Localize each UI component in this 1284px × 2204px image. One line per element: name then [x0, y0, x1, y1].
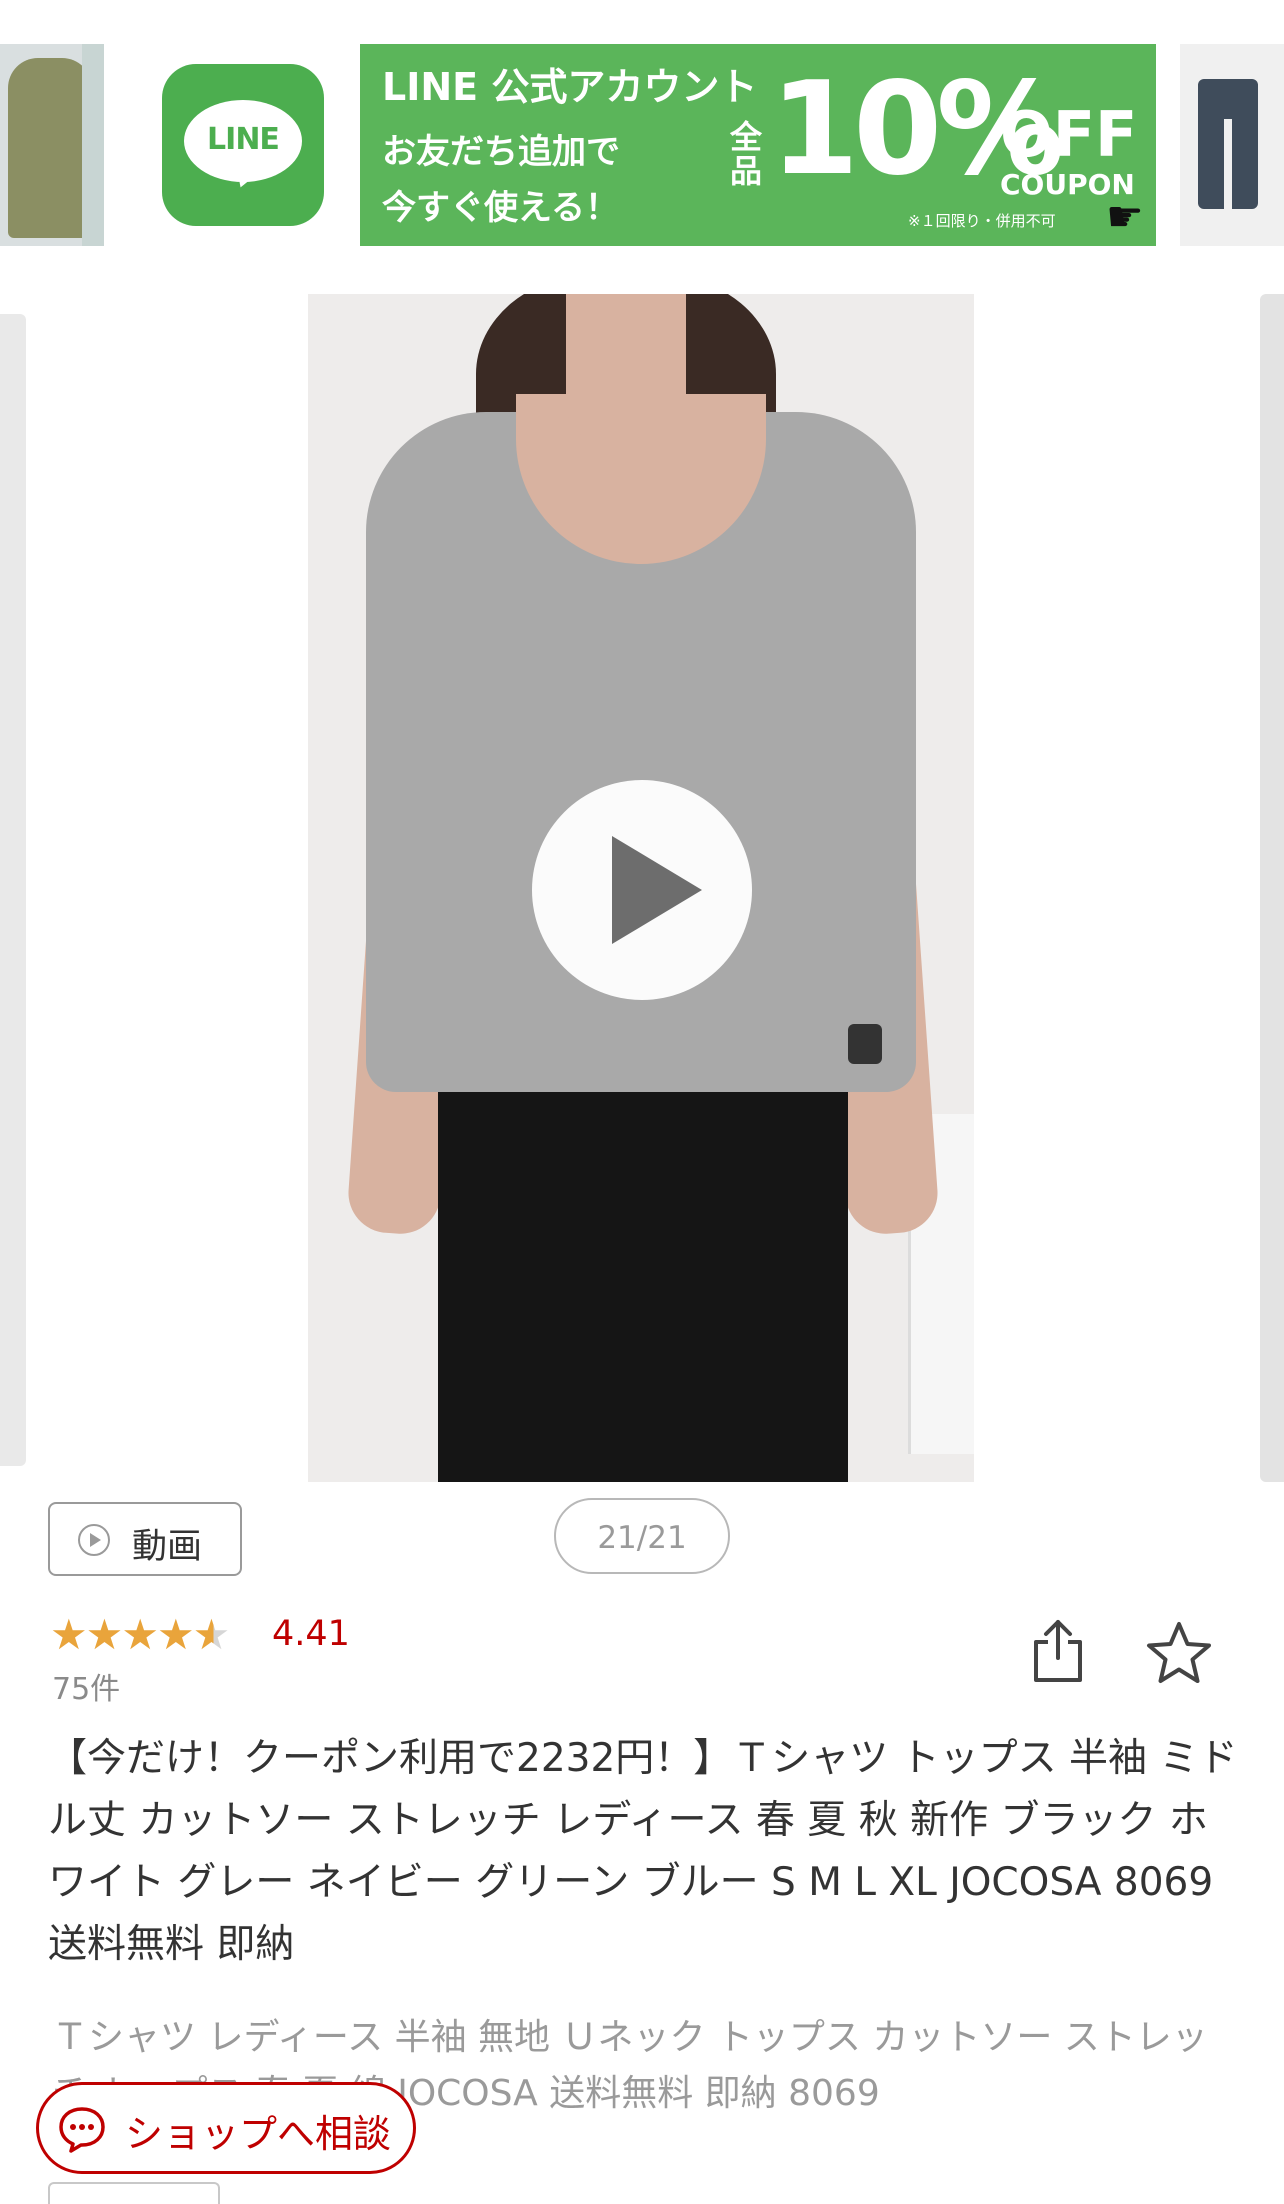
image-counter: 21/21 [554, 1498, 730, 1574]
share-icon[interactable] [1028, 1618, 1088, 1684]
play-circle-icon [78, 1524, 110, 1556]
line-logo: LINE [162, 64, 324, 226]
star-full-icon: ★ [50, 1610, 88, 1659]
banner-thumb-prev[interactable] [0, 44, 104, 246]
star-full-icon: ★ [156, 1610, 195, 1659]
rating-value[interactable]: 4.41 [272, 1614, 350, 1654]
banner-off: OFF [1000, 98, 1138, 171]
banner-zenpin: 全品 [730, 118, 763, 190]
play-icon [612, 836, 702, 944]
carousel-prev-peek[interactable] [0, 314, 26, 1466]
dress-image [8, 58, 92, 238]
rating-stars[interactable]: ★★★★★ [50, 1610, 231, 1659]
jeans-image [1198, 79, 1258, 209]
model-watch [848, 1024, 882, 1064]
shop-consult-button[interactable]: ショップへ相談 [36, 2082, 416, 2174]
shop-consult-label: ショップへ相談 [125, 2112, 392, 2156]
pointing-hand-icon: ☛ [1106, 192, 1144, 241]
model-pants [438, 1044, 848, 1482]
line-banner-panel: LINE 公式アカウント お友だち追加で 今すぐ使える！ 全品 10% OFF … [360, 44, 1156, 246]
next-section-stub [48, 2182, 220, 2204]
star-full-icon: ★ [85, 1610, 124, 1659]
thumb-edge [82, 44, 104, 246]
product-title: 【今だけ！クーポン利用で2232円！】Ｔシャツ トップス 半袖 ミドル丈 カット… [48, 1736, 1238, 1967]
banner-line1: お友だち追加で [382, 132, 620, 172]
star-outline-icon[interactable] [1144, 1618, 1214, 1688]
banner-line2: 今すぐ使える！ [382, 188, 619, 228]
video-button-label: 動画 [132, 1527, 203, 1567]
line-coupon-banner[interactable]: LINE LINE 公式アカウント お友だち追加で 今すぐ使える！ 全品 10%… [154, 44, 1156, 246]
star-half-icon: ★ [192, 1610, 231, 1659]
line-logo-text: LINE [207, 122, 280, 157]
star-full-icon: ★ [121, 1610, 159, 1659]
video-button[interactable]: 動画 [48, 1502, 242, 1576]
banner-title: LINE 公式アカウント [382, 65, 758, 109]
chat-bubble-icon [57, 2105, 107, 2153]
model-neck [566, 294, 686, 444]
play-video-button[interactable] [532, 780, 752, 1000]
banner-note: ※１回限り・併用不可 [908, 212, 1056, 230]
banner-thumb-next[interactable] [1180, 44, 1284, 246]
review-count[interactable]: 75件 [52, 1664, 120, 1708]
carousel-next-peek[interactable] [1260, 294, 1284, 1482]
